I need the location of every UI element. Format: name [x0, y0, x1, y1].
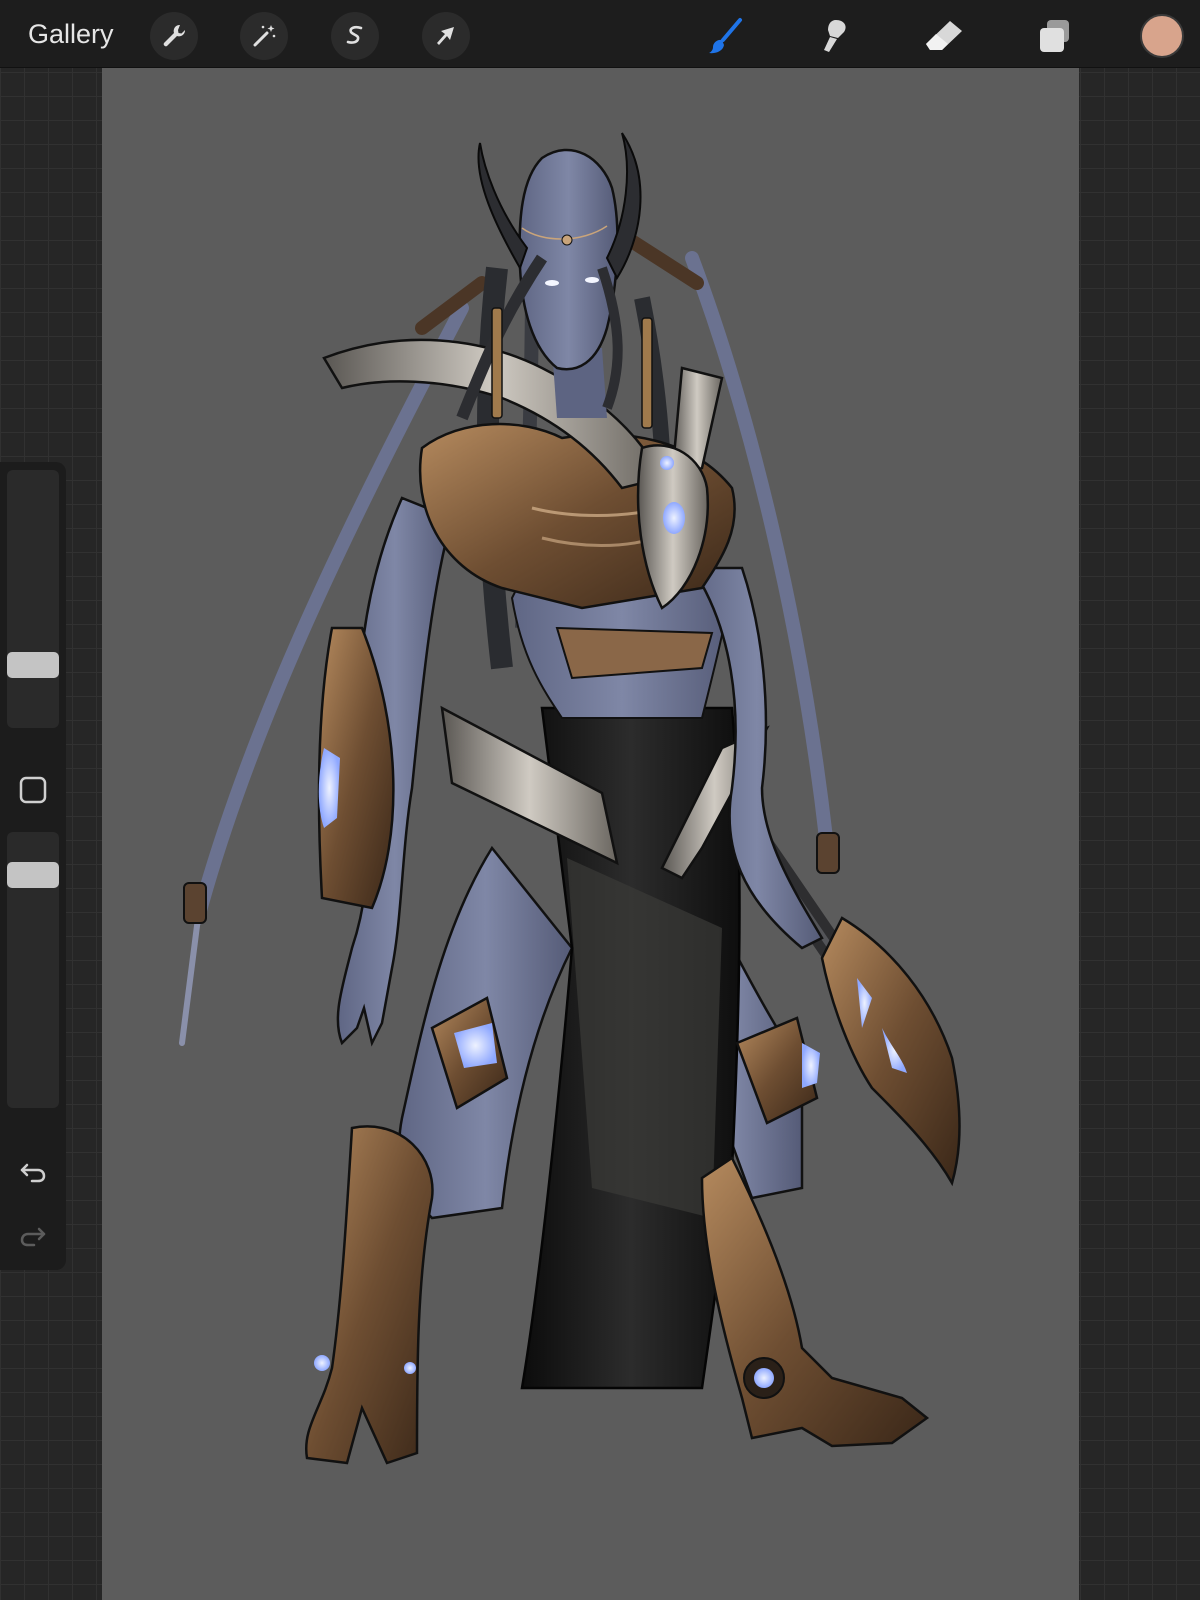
brush-size-thumb[interactable] [7, 652, 59, 678]
smudge-tool-button[interactable] [808, 10, 860, 62]
drawing-canvas[interactable] [102, 68, 1079, 1600]
actions-button[interactable] [150, 12, 198, 60]
adjustments-button[interactable] [240, 12, 288, 60]
character-artwork [179, 132, 961, 1465]
redo-button[interactable] [13, 1214, 53, 1254]
brush-size-slider[interactable] [7, 470, 59, 728]
magic-wand-icon [253, 25, 276, 47]
undo-button[interactable] [13, 1150, 53, 1190]
top-toolbar: Gallery [0, 0, 1200, 68]
eraser-icon [926, 21, 962, 50]
selection-button[interactable] [331, 12, 379, 60]
smudge-icon [824, 20, 846, 52]
transform-button[interactable] [422, 12, 470, 60]
brush-opacity-thumb[interactable] [7, 862, 59, 888]
undo-icon [20, 1163, 46, 1183]
wrench-icon [163, 24, 186, 47]
brush-tool-button[interactable] [700, 10, 752, 62]
square-icon [19, 776, 47, 804]
modify-button[interactable] [13, 770, 53, 810]
eraser-tool-button[interactable] [918, 10, 970, 62]
layers-icon [1040, 20, 1069, 52]
selection-icon [346, 25, 363, 44]
transform-arrow-icon [437, 27, 454, 45]
gallery-button[interactable]: Gallery [28, 18, 114, 50]
brush-sidebar [0, 462, 66, 1270]
redo-icon [20, 1227, 46, 1247]
brush-icon [709, 18, 742, 54]
layers-button[interactable] [1028, 10, 1080, 62]
color-swatch[interactable] [1140, 14, 1184, 58]
